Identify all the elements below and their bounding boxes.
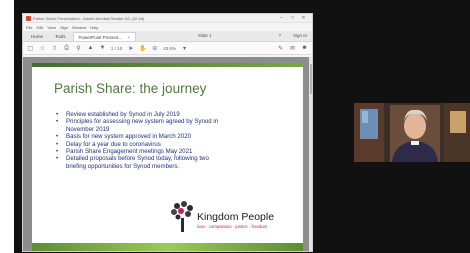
tab-document-label: PowerPoint Present... [78,35,123,40]
zoom-dropdown-icon[interactable]: ▾ [181,45,188,52]
kingdom-people-logo: Kingdom People love · compassion · justi… [169,200,295,234]
tab-close-icon[interactable]: × [127,35,130,40]
print-icon[interactable]: ⎙ [63,45,70,52]
bullet-item: Basis for new system approved in March 2… [54,133,286,141]
search-icon[interactable]: ⚲ [75,45,82,52]
logo-text: Kingdom People [197,211,275,223]
menu-window[interactable]: Window [72,25,86,30]
document-viewer[interactable]: Parish Share: the journey Review establi… [23,57,312,251]
menu-edit[interactable]: Edit [36,25,43,30]
sign-in-button[interactable]: Sign In [288,33,312,40]
tab-tools[interactable]: Tools [50,32,71,41]
slide-header-band [32,63,303,67]
window-title: Parish Share Presentation - Adobe Acroba… [33,15,145,21]
share-icon[interactable]: ☻ [301,45,308,51]
zoom-level[interactable]: 43.6% [163,46,176,51]
menu-bar: File Edit View Sign Window Help [23,23,312,31]
select-cursor-icon[interactable]: ➤ [127,45,134,52]
help-icon[interactable]: ? [273,33,286,40]
upload-icon[interactable]: ⇧ [51,45,58,52]
bullet-item: Detailed proposals before Synod today, f… [54,155,286,163]
comment-icon[interactable]: ✉ [289,45,296,52]
tab-bar: Home Tools PowerPoint Present... × Slide… [23,31,312,42]
window-titlebar: Parish Share Presentation - Adobe Acroba… [23,14,312,23]
bookmark-star-icon[interactable]: ☆ [39,45,46,52]
shared-screen-window: Parish Share Presentation - Adobe Acroba… [22,13,313,252]
toolbar: ▢ ☆ ⇧ ⎙ ⚲ ▲ ▼ 2 / 10 ➤ ✋ ⊖ 43.6% ▾ ✎ ✉ ☻ [23,42,312,55]
menu-help[interactable]: Help [90,25,98,30]
menu-sign[interactable]: Sign [60,25,68,30]
bullet-item: Delay for a year due to coronavirus [54,141,286,149]
zoom-out-icon[interactable]: ⊖ [151,45,158,52]
logo-tagline: love · compassion · justice · freedom [197,224,268,229]
slide-page: Parish Share: the journey Review establi… [32,63,303,251]
tab-home[interactable]: Home [26,32,48,41]
tree-people-icon [171,201,193,232]
edit-pdf-icon[interactable]: ✎ [277,45,284,52]
participant-video[interactable] [354,103,470,162]
bullet-item: Review established by Synod in July 2019 [54,111,286,119]
create-pdf-icon[interactable]: ▢ [27,45,34,52]
minimize-button[interactable]: – [276,15,287,21]
page-down-icon[interactable]: ▼ [99,45,106,51]
bullet-item-continued: November 2019 [66,125,110,133]
participant-video-feed [354,103,470,162]
hand-tool-icon[interactable]: ✋ [139,45,146,52]
bullet-item-continued: briefing opportunities for Synod members… [66,162,180,170]
tab-document[interactable]: PowerPoint Present... × [72,32,136,41]
scrollbar-thumb[interactable] [310,64,312,94]
slide-counter: Slide 1 [197,32,212,38]
bullet-item: Principles for assessing new system agre… [54,118,286,126]
page-up-icon[interactable]: ▲ [87,45,94,51]
menu-view[interactable]: View [47,25,56,30]
menu-file[interactable]: File [26,25,32,30]
slide-title: Parish Share: the journey [54,81,207,96]
page-indicator[interactable]: 2 / 10 [111,46,122,51]
maximize-button[interactable]: □ [287,15,298,21]
slide-bullet-list: Review established by Synod in July 2019… [54,111,286,170]
acrobat-icon [26,15,31,21]
bullet-item: Parish Share Engagement meetings May 202… [54,148,286,156]
close-button[interactable]: ✕ [298,15,309,21]
slide-footer-landscape [32,243,303,251]
